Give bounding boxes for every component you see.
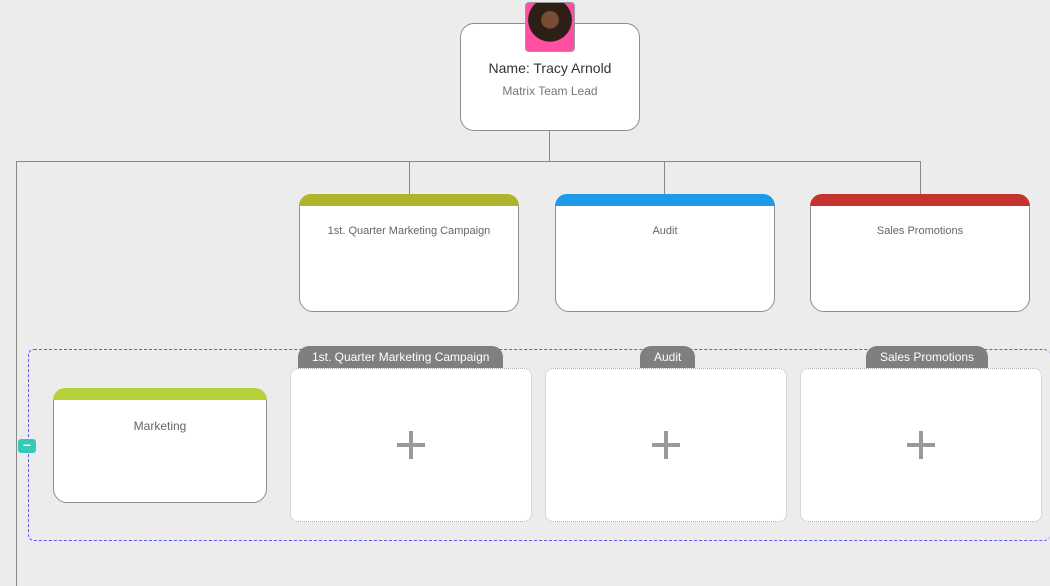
root-role: Matrix Team Lead: [461, 84, 639, 98]
category-cap: [299, 194, 519, 206]
connector: [664, 161, 665, 194]
connector: [409, 161, 410, 194]
plus-icon: [397, 431, 425, 459]
category-cap: [810, 194, 1030, 206]
category-label: Audit: [556, 225, 774, 237]
matrix-cell-sales[interactable]: [800, 368, 1042, 522]
matrix-col-header-sales[interactable]: Sales Promotions: [866, 346, 988, 368]
matrix-cell-audit[interactable]: [545, 368, 787, 522]
category-node-audit[interactable]: Audit: [555, 194, 775, 312]
row-cap: [53, 388, 267, 400]
connector: [16, 161, 17, 586]
avatar: [525, 2, 575, 52]
matrix-col-header-audit[interactable]: Audit: [640, 346, 695, 368]
row-label: Marketing: [54, 419, 266, 433]
category-label: 1st. Quarter Marketing Campaign: [300, 225, 518, 237]
plus-icon: [907, 431, 935, 459]
root-name: Name: Tracy Arnold: [461, 60, 639, 76]
matrix-row-label-card[interactable]: Marketing: [53, 388, 267, 503]
collapse-button[interactable]: −: [18, 439, 36, 453]
matrix-cell-campaign[interactable]: [290, 368, 532, 522]
connector: [16, 161, 920, 162]
category-node-campaign[interactable]: 1st. Quarter Marketing Campaign: [299, 194, 519, 312]
connector: [920, 161, 921, 194]
plus-icon: [652, 431, 680, 459]
category-label: Sales Promotions: [811, 225, 1029, 237]
category-node-sales[interactable]: Sales Promotions: [810, 194, 1030, 312]
connector: [549, 131, 550, 161]
category-cap: [555, 194, 775, 206]
matrix-col-header-campaign[interactable]: 1st. Quarter Marketing Campaign: [298, 346, 503, 368]
org-chart-canvas: Name: Tracy Arnold Matrix Team Lead 1st.…: [0, 0, 1050, 586]
